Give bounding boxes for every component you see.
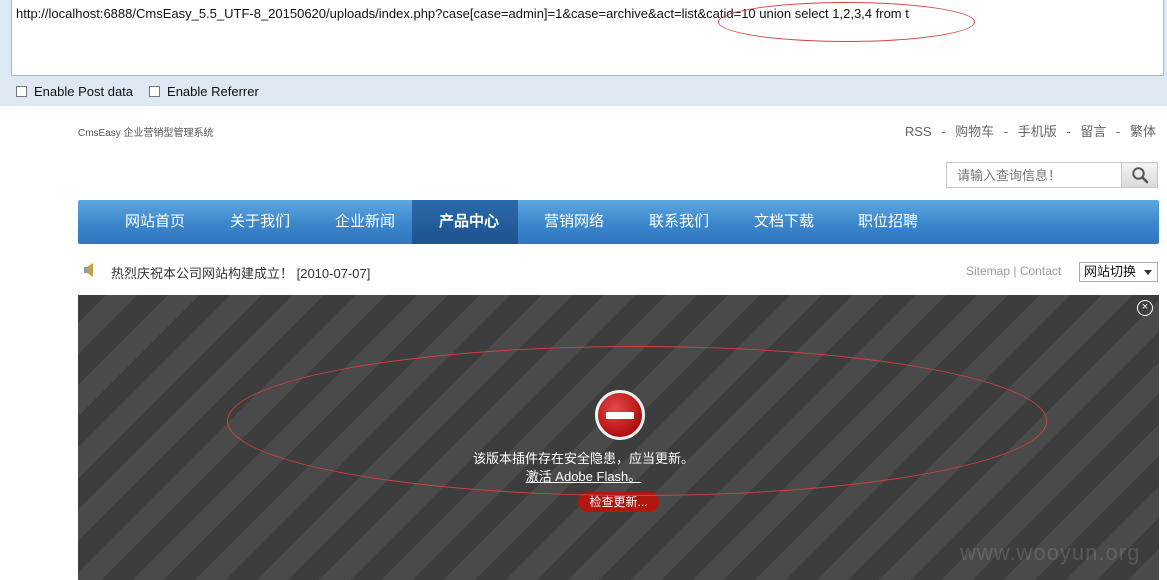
close-icon[interactable]: × [1137,300,1153,316]
nav-news[interactable]: 企业新闻 [335,200,395,244]
search-box [946,162,1158,188]
hackbar-options: Enable Post data Enable Referrer [16,84,259,99]
language-select-value: 网站切换 [1084,264,1137,279]
search-button[interactable] [1121,163,1157,187]
sep-1: - [941,124,946,139]
contact-link[interactable]: Contact [1020,264,1061,278]
check-update-button[interactable]: 检查更新... [578,492,659,512]
sep-3: - [1066,124,1071,139]
nav-contact[interactable]: 联系我们 [649,200,709,244]
sep-4: - [1116,124,1121,139]
site-links: Sitemap | Contact [966,264,1061,278]
sep-2: - [1003,124,1009,139]
enable-referrer-option[interactable]: Enable Referrer [149,84,259,99]
link-rss[interactable]: RSS [905,124,932,139]
site-logo[interactable]: CmsEasy 企业营销型管理系统 [78,124,214,139]
notice-text[interactable]: 热烈庆祝本公司网站构建成立！ [2010-07-07] [111,263,370,282]
speaker-icon [84,263,93,277]
block-icon [595,390,645,440]
referrer-checkbox[interactable] [149,86,161,97]
post-data-label: Enable Post data [34,84,134,99]
site-links-sep: | [1013,264,1017,278]
post-data-checkbox[interactable] [16,86,27,97]
search-icon [1131,167,1148,184]
link-mobile[interactable]: 手机版 [1018,124,1057,139]
nav-products[interactable]: 产品中心 [439,200,499,244]
main-nav: 网站首页 关于我们 企业新闻 产品中心 营销网络 联系我们 文档下载 职位招聘 [78,200,1159,244]
activate-flash-link[interactable]: 激活 Adobe Flash。 [526,469,642,484]
chevron-down-icon [1144,270,1152,275]
search-input[interactable] [947,163,1123,187]
plugin-warning-text: 该版本插件存在安全隐患，应当更新。 [472,451,694,466]
sitemap-link[interactable]: Sitemap [966,264,1010,278]
link-cart[interactable]: 购物车 [955,124,994,139]
nav-about[interactable]: 关于我们 [230,200,290,244]
nav-network[interactable]: 营销网络 [544,200,604,244]
link-guestbook[interactable]: 留言 [1080,124,1106,139]
link-traditional[interactable]: 繁体 [1130,124,1156,139]
hackbar-panel: http://localhost:6888/CmsEasy_5.5_UTF-8_… [0,0,1167,106]
nav-home[interactable]: 网站首页 [125,200,185,244]
nav-downloads[interactable]: 文档下载 [754,200,814,244]
nav-jobs[interactable]: 职位招聘 [858,200,918,244]
referrer-label: Enable Referrer [167,84,259,99]
url-input[interactable]: http://localhost:6888/CmsEasy_5.5_UTF-8_… [11,0,1164,76]
plugin-activate-wrap: 激活 Adobe Flash。 [0,466,1167,485]
watermark: www.wooyun.org [960,540,1141,565]
enable-post-data-option[interactable]: Enable Post data [16,84,133,99]
top-links: RSS - 购物车 - 手机版 - 留言 - 繁体 [902,121,1159,140]
language-select[interactable]: 网站切换 [1079,262,1158,282]
